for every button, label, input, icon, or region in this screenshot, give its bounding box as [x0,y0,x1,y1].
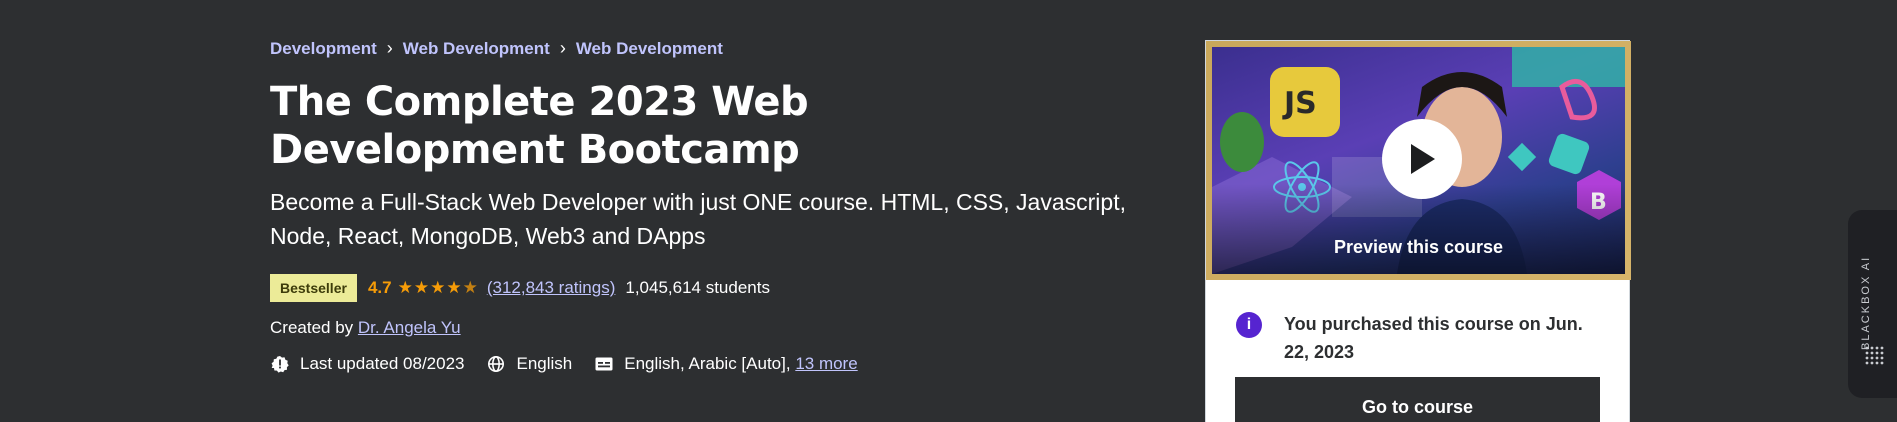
course-header: Development › Web Development › Web Deve… [270,38,1150,374]
svg-text:JS: JS [1282,86,1317,121]
breadcrumb-link[interactable]: Web Development [576,39,723,59]
last-updated-text: Last updated 08/2023 [300,354,465,373]
play-button[interactable] [1382,119,1462,199]
star-icon: ★ [430,278,447,297]
star-icon: ★ [446,278,463,297]
chevron-right-icon: › [559,38,566,58]
students-count: 1,045,614 students [625,278,770,297]
created-by: Created by Dr. Angela Yu [270,318,1150,338]
alert-badge-icon [270,354,290,374]
preview-label: Preview this course [1333,237,1504,257]
created-by-label: Created by [270,318,354,337]
breadcrumb: Development › Web Development › Web Deve… [270,38,1150,59]
rating-row: Bestseller 4.7 ★★★★★ (312,843 ratings) 1… [270,274,1150,302]
instructor-link[interactable]: Dr. Angela Yu [358,318,461,337]
info-icon: i [1236,312,1262,338]
captions-icon [594,354,614,374]
course-sidebar-card: JS B Preview this course i You [1205,40,1631,422]
breadcrumb-link[interactable]: Development [270,39,377,59]
globe-icon [486,354,506,374]
blackbox-logo-icon [1865,346,1884,365]
bestseller-badge: Bestseller [270,274,357,302]
more-captions-link[interactable]: 13 more [795,354,857,374]
purchase-notice-text: You purchased this course on Jun. 22, 20… [1284,314,1583,362]
language: English [486,354,572,374]
language-text: English [516,354,573,373]
last-updated: Last updated 08/2023 [270,354,464,374]
course-meta: Last updated 08/2023 English English, Ar… [270,354,1150,374]
captions-text: English, Arabic [Auto], [624,354,791,373]
star-icon: ★ [397,278,414,297]
course-title: The Complete 2023 Web Development Bootca… [270,79,809,173]
breadcrumb-link[interactable]: Web Development [403,39,550,59]
course-subtitle: Become a Full-Stack Web Developer with j… [270,189,1126,249]
purchase-notice: i You purchased this course on Jun. 22, … [1236,310,1599,366]
go-to-course-button[interactable]: Go to course [1235,377,1600,422]
captions: English, Arabic [Auto], 13 more [594,354,858,374]
blackbox-ai-tab[interactable]: BLACKBOX AI [1848,210,1897,398]
ratings-count-link[interactable]: (312,843 ratings) [487,278,616,298]
play-icon [1411,144,1435,174]
star-half-icon: ★ [462,278,479,297]
blackbox-ai-label: BLACKBOX AI [1860,255,1872,350]
rating-value: 4.7 [367,278,392,297]
star-rating: ★★★★★ [398,278,479,298]
star-icon: ★ [413,278,431,297]
chevron-right-icon: › [386,38,393,58]
preview-image: JS B Preview this course [1212,47,1625,274]
course-preview[interactable]: JS B Preview this course [1206,41,1631,280]
